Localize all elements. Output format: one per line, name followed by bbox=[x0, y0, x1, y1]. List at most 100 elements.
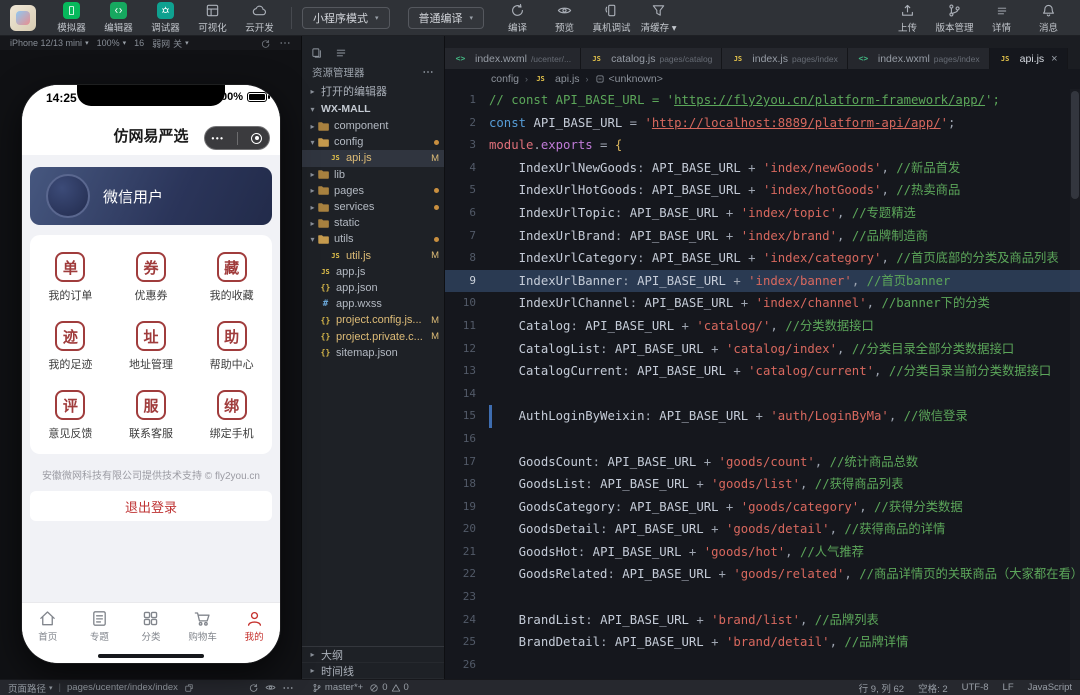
code-line-25[interactable]: 25 BrandDetail: API_BASE_URL + 'brand/de… bbox=[445, 631, 1080, 654]
more-actions-icon[interactable] bbox=[422, 66, 434, 78]
phone-tab-category[interactable]: 分类 bbox=[125, 603, 177, 648]
tree-item-util.js[interactable]: JS util.js M bbox=[302, 248, 444, 264]
code-line-19[interactable]: 19 GoodsCategory: API_BASE_URL + 'goods/… bbox=[445, 496, 1080, 519]
encoding-setting[interactable]: UTF-8 bbox=[962, 682, 989, 693]
section-时间线[interactable]: ▸ 时间线 bbox=[302, 663, 444, 679]
phone-tab-cart[interactable]: 购物车 bbox=[177, 603, 229, 648]
upload-button[interactable]: 上传 bbox=[886, 1, 929, 34]
tree-item-sitemap.json[interactable]: {} sitemap.json bbox=[302, 345, 444, 361]
wechat-capsule[interactable]: ••• bbox=[204, 126, 270, 150]
git-branch-indicator[interactable]: master*+ bbox=[312, 682, 363, 693]
code-line-20[interactable]: 20 GoodsDetail: API_BASE_URL + 'goods/de… bbox=[445, 518, 1080, 541]
tree-item-app.json[interactable]: {} app.json bbox=[302, 280, 444, 296]
logout-button[interactable]: 退出登录 bbox=[30, 491, 272, 521]
menu-item-地址管理[interactable]: 址地址管理 bbox=[111, 312, 192, 381]
close-minimize-icon[interactable] bbox=[251, 132, 263, 144]
close-icon[interactable]: × bbox=[1051, 53, 1057, 65]
menu-item-我的订单[interactable]: 单我的订单 bbox=[30, 243, 111, 312]
problems-indicator[interactable]: 0 0 bbox=[369, 682, 409, 693]
tree-item-app.js[interactable]: JS app.js bbox=[302, 264, 444, 280]
code-line-24[interactable]: 24 BrandList: API_BASE_URL + 'brand/list… bbox=[445, 609, 1080, 632]
menu-item-优惠券[interactable]: 券优惠券 bbox=[111, 243, 192, 312]
tree-item-project.config.js...[interactable]: {} project.config.js... M bbox=[302, 312, 444, 328]
code-line-8[interactable]: 8 IndexUrlCategory: API_BASE_URL + 'inde… bbox=[445, 247, 1080, 270]
code-line-22[interactable]: 22 GoodsRelated: API_BASE_URL + 'goods/r… bbox=[445, 563, 1080, 586]
compile-mode-dropdown[interactable]: 普通编译 ▾ bbox=[407, 6, 485, 29]
simulator-button[interactable]: 模拟器 bbox=[50, 1, 93, 34]
details-button[interactable]: 详情 bbox=[980, 1, 1023, 34]
code-line-14[interactable]: 14 bbox=[445, 383, 1080, 406]
tree-item-app.wxss[interactable]: # app.wxss bbox=[302, 296, 444, 312]
code-line-2[interactable]: 2 const API_BASE_URL = 'http://localhost:… bbox=[445, 112, 1080, 135]
cursor-position[interactable]: 行 9, 列 62 bbox=[859, 681, 904, 695]
code-line-26[interactable]: 26 bbox=[445, 654, 1080, 677]
language-mode[interactable]: JavaScript bbox=[1028, 682, 1072, 693]
eol-setting[interactable]: LF bbox=[1003, 682, 1014, 693]
more-menu-icon[interactable]: ••• bbox=[212, 134, 225, 143]
breadcrumb-item[interactable]: <unknown> bbox=[595, 73, 663, 85]
code-line-7[interactable]: 7 IndexUrlBrand: API_BASE_URL + 'index/b… bbox=[445, 225, 1080, 248]
eye-icon[interactable] bbox=[265, 682, 276, 693]
code-line-13[interactable]: 13 CatalogCurrent: API_BASE_URL + 'catal… bbox=[445, 360, 1080, 383]
menu-item-我的足迹[interactable]: 迹我的足迹 bbox=[30, 312, 111, 381]
real-device-debug-button[interactable]: 真机调试 bbox=[590, 1, 633, 34]
code-line-17[interactable]: 17 GoodsCount: API_BASE_URL + 'goods/cou… bbox=[445, 451, 1080, 474]
weak-network-toggle[interactable]: 弱网 关 ▾ bbox=[152, 37, 189, 50]
page-path-selector[interactable]: 页面路径 ▾ bbox=[8, 681, 53, 695]
rotate-icon[interactable] bbox=[260, 38, 271, 49]
editor-tab-index.wxml[interactable]: <> index.wxml pages/index bbox=[847, 48, 990, 69]
indent-setting[interactable]: 空格: 2 bbox=[918, 681, 948, 695]
user-profile-card[interactable]: 微信用户 bbox=[30, 167, 272, 225]
version-manage-button[interactable]: 版本管理 bbox=[933, 1, 976, 34]
code-line-12[interactable]: 12 CatalogList: API_BASE_URL + 'catalog/… bbox=[445, 338, 1080, 361]
page-path[interactable]: pages/ucenter/index/index bbox=[67, 682, 178, 693]
code-line-6[interactable]: 6 IndexUrlTopic: API_BASE_URL + 'index/t… bbox=[445, 202, 1080, 225]
code-line-3[interactable]: 3 module.exports = { bbox=[445, 134, 1080, 157]
device-selector[interactable]: iPhone 12/13 mini ▾ bbox=[10, 38, 89, 48]
files-icon[interactable] bbox=[311, 47, 323, 59]
mode-dropdown[interactable]: 小程序模式 ▾ bbox=[302, 6, 390, 29]
more-icon[interactable] bbox=[279, 37, 291, 49]
tree-item-component[interactable]: ▸ component bbox=[302, 118, 444, 134]
menu-item-意见反馈[interactable]: 评意见反馈 bbox=[30, 381, 111, 450]
clear-cache-button[interactable]: 清缓存 ▾ bbox=[637, 1, 680, 34]
fontsize-selector[interactable]: 16 bbox=[134, 38, 144, 48]
project-root[interactable]: ▾ WX-MALL bbox=[302, 100, 444, 118]
menu-item-我的收藏[interactable]: 藏我的收藏 bbox=[191, 243, 272, 312]
section-大纲[interactable]: ▸ 大纲 bbox=[302, 647, 444, 663]
compile-button[interactable]: 编译 bbox=[496, 1, 539, 34]
code-line-15[interactable]: 15 AuthLoginByWeixin: API_BASE_URL + 'au… bbox=[445, 405, 1080, 428]
open-external-icon[interactable] bbox=[184, 683, 194, 693]
vertical-scrollbar[interactable] bbox=[1070, 89, 1080, 679]
debugger-button[interactable]: 调试器 bbox=[144, 1, 187, 34]
code-line-23[interactable]: 23 bbox=[445, 586, 1080, 609]
preview-button[interactable]: 预览 bbox=[543, 1, 586, 34]
editor-tab-index.wxml[interactable]: <> index.wxml/ucenter/... bbox=[445, 48, 582, 69]
tree-item-services[interactable]: ▸ services bbox=[302, 199, 444, 215]
tree-item-config[interactable]: ▾ config bbox=[302, 134, 444, 150]
code-line-18[interactable]: 18 GoodsList: API_BASE_URL + 'goods/list… bbox=[445, 473, 1080, 496]
breadcrumb-item[interactable]: JS api.js bbox=[534, 73, 579, 86]
code-editor[interactable]: 1 // const API_BASE_URL = 'https://fly2yo… bbox=[445, 89, 1080, 679]
tree-item-static[interactable]: ▸ static bbox=[302, 215, 444, 231]
menu-item-联系客服[interactable]: 服联系客服 bbox=[111, 381, 192, 450]
menu-item-帮助中心[interactable]: 助帮助中心 bbox=[191, 312, 272, 381]
breadcrumb-item[interactable]: config bbox=[491, 73, 519, 85]
phone-tab-mine[interactable]: 我的 bbox=[228, 603, 280, 648]
editor-tab-catalog.js[interactable]: JS catalog.js pages/catalog bbox=[581, 48, 723, 69]
code-line-5[interactable]: 5 IndexUrlHotGoods: API_BASE_URL + 'inde… bbox=[445, 179, 1080, 202]
phone-tab-topic[interactable]: 专题 bbox=[74, 603, 126, 648]
tree-item-lib[interactable]: ▸ lib bbox=[302, 167, 444, 183]
editor-tab-index.js[interactable]: JS index.js pages/index bbox=[722, 48, 848, 69]
cloud-dev-button[interactable]: 云开发 bbox=[238, 1, 281, 34]
open-editors-section[interactable]: ▸ 打开的编辑器 bbox=[302, 82, 444, 100]
zoom-selector[interactable]: 100% ▾ bbox=[97, 38, 127, 48]
menu-icon[interactable] bbox=[335, 47, 347, 59]
messages-button[interactable]: 消息 bbox=[1027, 1, 1070, 34]
tree-item-api.js[interactable]: JS api.js M bbox=[302, 150, 444, 167]
code-line-21[interactable]: 21 GoodsHot: API_BASE_URL + 'goods/hot',… bbox=[445, 541, 1080, 564]
code-line-9[interactable]: 9 IndexUrlBanner: API_BASE_URL + 'index/… bbox=[445, 269, 1080, 293]
scrollbar-thumb[interactable] bbox=[1071, 91, 1079, 199]
visualization-button[interactable]: 可视化 bbox=[191, 1, 234, 34]
tree-item-project.private.c...[interactable]: {} project.private.c... M bbox=[302, 328, 444, 344]
